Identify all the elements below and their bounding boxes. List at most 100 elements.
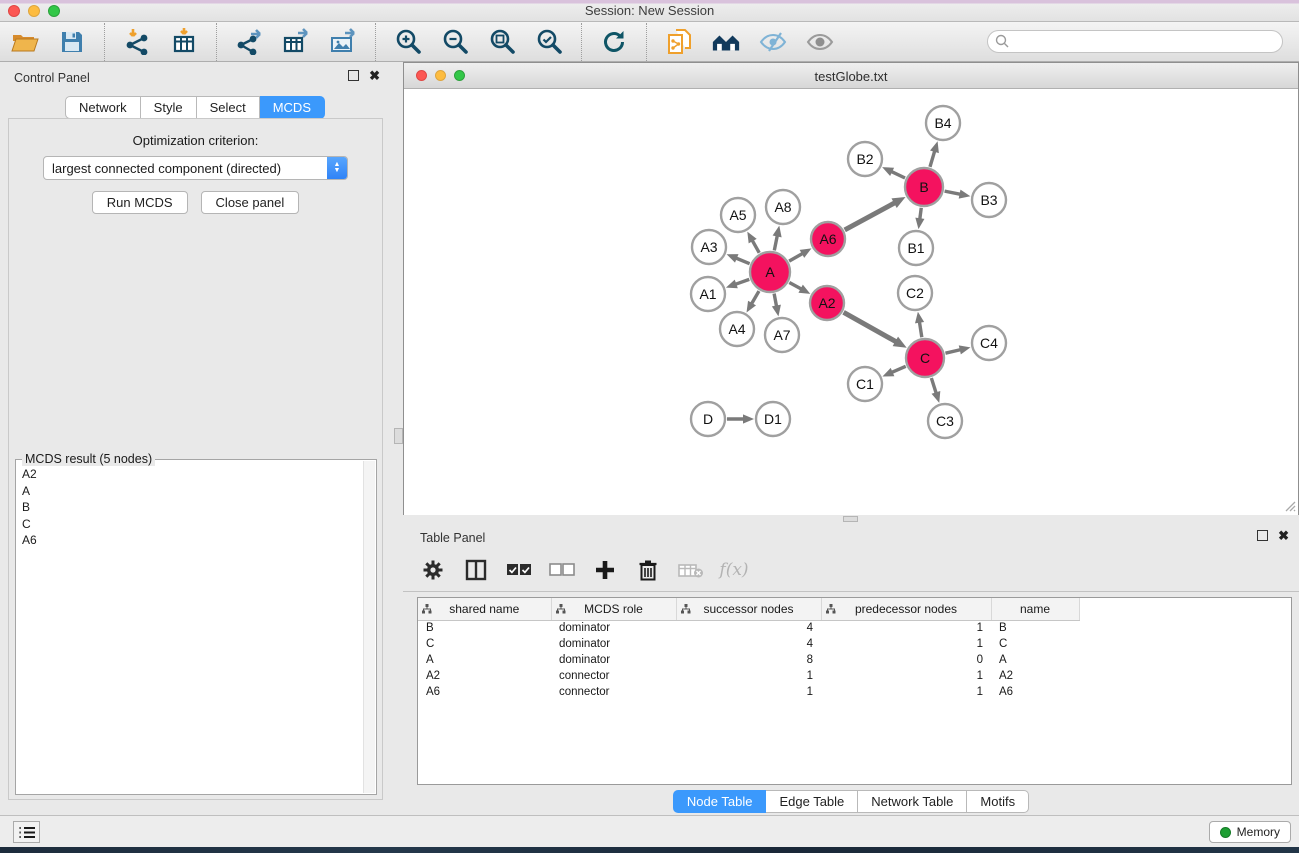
table-cell[interactable]: A2 (991, 668, 1079, 684)
table-cell[interactable]: 1 (676, 668, 821, 684)
criterion-dropdown[interactable]: largest connected component (directed) ▲… (43, 156, 348, 180)
graph-edge-A-A3[interactable] (736, 258, 750, 264)
table-cell[interactable]: B (418, 620, 551, 636)
float-panel-icon[interactable] (348, 70, 359, 81)
tab-select[interactable]: Select (197, 96, 260, 119)
export-network-button[interactable] (234, 27, 264, 57)
zoom-in-button[interactable] (393, 27, 423, 57)
duplicate-network-button[interactable] (664, 27, 694, 57)
table-cell[interactable]: dominator (551, 652, 676, 668)
refresh-button[interactable] (599, 27, 629, 57)
run-mcds-button[interactable]: Run MCDS (92, 191, 188, 214)
graph-edge-A-A7[interactable] (774, 294, 776, 307)
tab-motifs[interactable]: Motifs (967, 790, 1029, 813)
table-row[interactable]: A2connector11A2 (418, 668, 1079, 684)
mcds-result-item[interactable]: B (22, 499, 362, 516)
column-header-MCDS-role[interactable]: MCDS role (551, 598, 676, 620)
close-table-panel-icon[interactable]: ✖ (1278, 530, 1289, 541)
graph-edge-C-C2[interactable] (919, 322, 921, 338)
export-table-button[interactable] (281, 27, 311, 57)
select-all-rows-button[interactable] (505, 556, 533, 584)
import-table-button[interactable] (169, 27, 199, 57)
table-cell[interactable]: A (991, 652, 1079, 668)
graph-edge-B-B2[interactable] (891, 171, 905, 178)
graph-edge-A-A4[interactable] (752, 291, 759, 304)
table-cell[interactable]: A2 (418, 668, 551, 684)
column-header-predecessor-nodes[interactable]: predecessor nodes (821, 598, 991, 620)
delete-column-button[interactable] (634, 556, 662, 584)
mcds-result-item[interactable]: A (22, 483, 362, 500)
tab-mcds[interactable]: MCDS (260, 96, 325, 119)
table-cell[interactable]: 1 (676, 684, 821, 700)
tab-network-table[interactable]: Network Table (858, 790, 967, 813)
tab-node-table[interactable]: Node Table (673, 790, 767, 813)
column-header-shared-name[interactable]: shared name (418, 598, 551, 620)
table-row[interactable]: Cdominator41C (418, 636, 1079, 652)
table-cell[interactable]: C (418, 636, 551, 652)
mcds-result-item[interactable]: C (22, 516, 362, 533)
graph-edge-A-A1[interactable] (735, 279, 749, 284)
graph-edge-A-A5[interactable] (752, 240, 759, 253)
zoom-fit-button[interactable] (487, 27, 517, 57)
save-session-button[interactable] (57, 27, 87, 57)
graph-edge-A-A6[interactable] (789, 253, 803, 261)
table-cell[interactable]: 1 (821, 636, 991, 652)
vertical-splitter-grip[interactable] (394, 428, 403, 444)
close-panel-button[interactable]: Close panel (201, 191, 300, 214)
mcds-result-item[interactable]: A6 (22, 532, 362, 549)
search-input[interactable] (987, 30, 1283, 53)
deselect-all-rows-button[interactable] (548, 556, 576, 584)
graph-edge-C-C3[interactable] (931, 378, 936, 393)
result-scrollbar[interactable] (363, 461, 375, 793)
home-view-button[interactable] (711, 27, 741, 57)
memory-button[interactable]: Memory (1209, 821, 1291, 843)
graph-edge-B-B4[interactable] (930, 151, 935, 167)
table-cell[interactable]: connector (551, 684, 676, 700)
table-cell[interactable]: 8 (676, 652, 821, 668)
graph-edge-A6-B[interactable] (845, 203, 895, 230)
graph-edge-B-B1[interactable] (920, 208, 921, 219)
table-cell[interactable]: connector (551, 668, 676, 684)
graph-edge-A2-C[interactable] (844, 312, 897, 342)
table-cell[interactable]: 0 (821, 652, 991, 668)
minimize-window-icon[interactable] (28, 5, 40, 17)
table-cell[interactable]: 4 (676, 620, 821, 636)
table-cell[interactable]: dominator (551, 620, 676, 636)
table-settings-button[interactable] (419, 556, 447, 584)
delete-table-button[interactable] (677, 556, 705, 584)
export-image-button[interactable] (328, 27, 358, 57)
table-cell[interactable]: B (991, 620, 1079, 636)
import-network-button[interactable] (122, 27, 152, 57)
table-cell[interactable]: A6 (991, 684, 1079, 700)
column-header-successor-nodes[interactable]: successor nodes (676, 598, 821, 620)
mcds-result-list[interactable]: A2ABCA6 (22, 466, 362, 792)
network-canvas[interactable]: B4B2BB3A8A5A6A3B1AA1C2A2A4A7C4CC1C3DD1 (404, 90, 1298, 515)
column-header-name[interactable]: name (991, 598, 1079, 620)
mcds-result-item[interactable]: A2 (22, 466, 362, 483)
table-cell[interactable]: 1 (821, 684, 991, 700)
table-cell[interactable]: C (991, 636, 1079, 652)
graph-edge-C-C1[interactable] (892, 366, 906, 372)
zoom-selected-button[interactable] (534, 27, 564, 57)
table-row[interactable]: Bdominator41B (418, 620, 1079, 636)
function-builder-button[interactable]: f(x) (720, 556, 748, 584)
zoom-out-button[interactable] (440, 27, 470, 57)
table-row[interactable]: A6connector11A6 (418, 684, 1079, 700)
table-row[interactable]: Adominator80A (418, 652, 1079, 668)
add-column-button[interactable] (591, 556, 619, 584)
table-cell[interactable]: dominator (551, 636, 676, 652)
graph-edge-A-A8[interactable] (774, 235, 777, 250)
open-session-button[interactable] (10, 27, 40, 57)
table-cell[interactable]: 4 (676, 636, 821, 652)
table-cell[interactable]: A6 (418, 684, 551, 700)
table-cell[interactable]: 1 (821, 668, 991, 684)
task-history-button[interactable] (13, 821, 40, 843)
table-cell[interactable]: 1 (821, 620, 991, 636)
tab-network[interactable]: Network (65, 96, 141, 119)
table-cell[interactable]: A (418, 652, 551, 668)
graph-edge-B-B3[interactable] (945, 191, 961, 194)
show-all-button[interactable] (805, 27, 835, 57)
graph-edge-A-A2[interactable] (789, 283, 801, 290)
network-window-titlebar[interactable]: testGlobe.txt (404, 63, 1298, 89)
close-panel-icon[interactable]: ✖ (369, 70, 380, 81)
